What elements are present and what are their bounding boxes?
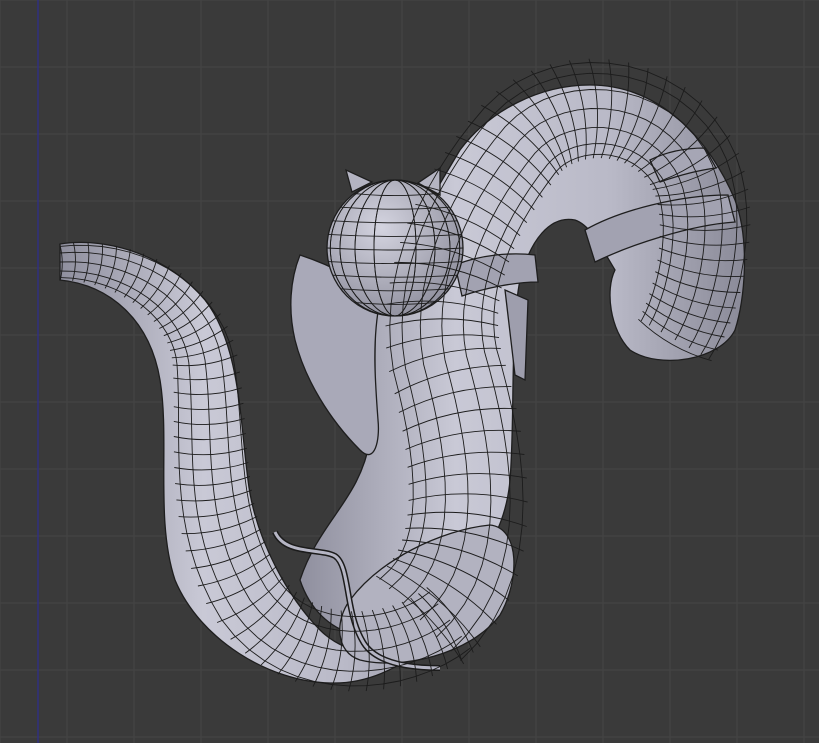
- head-sphere[interactable]: [326, 179, 464, 317]
- mesh-object[interactable]: [59, 58, 751, 692]
- 3d-viewport[interactable]: [0, 0, 819, 743]
